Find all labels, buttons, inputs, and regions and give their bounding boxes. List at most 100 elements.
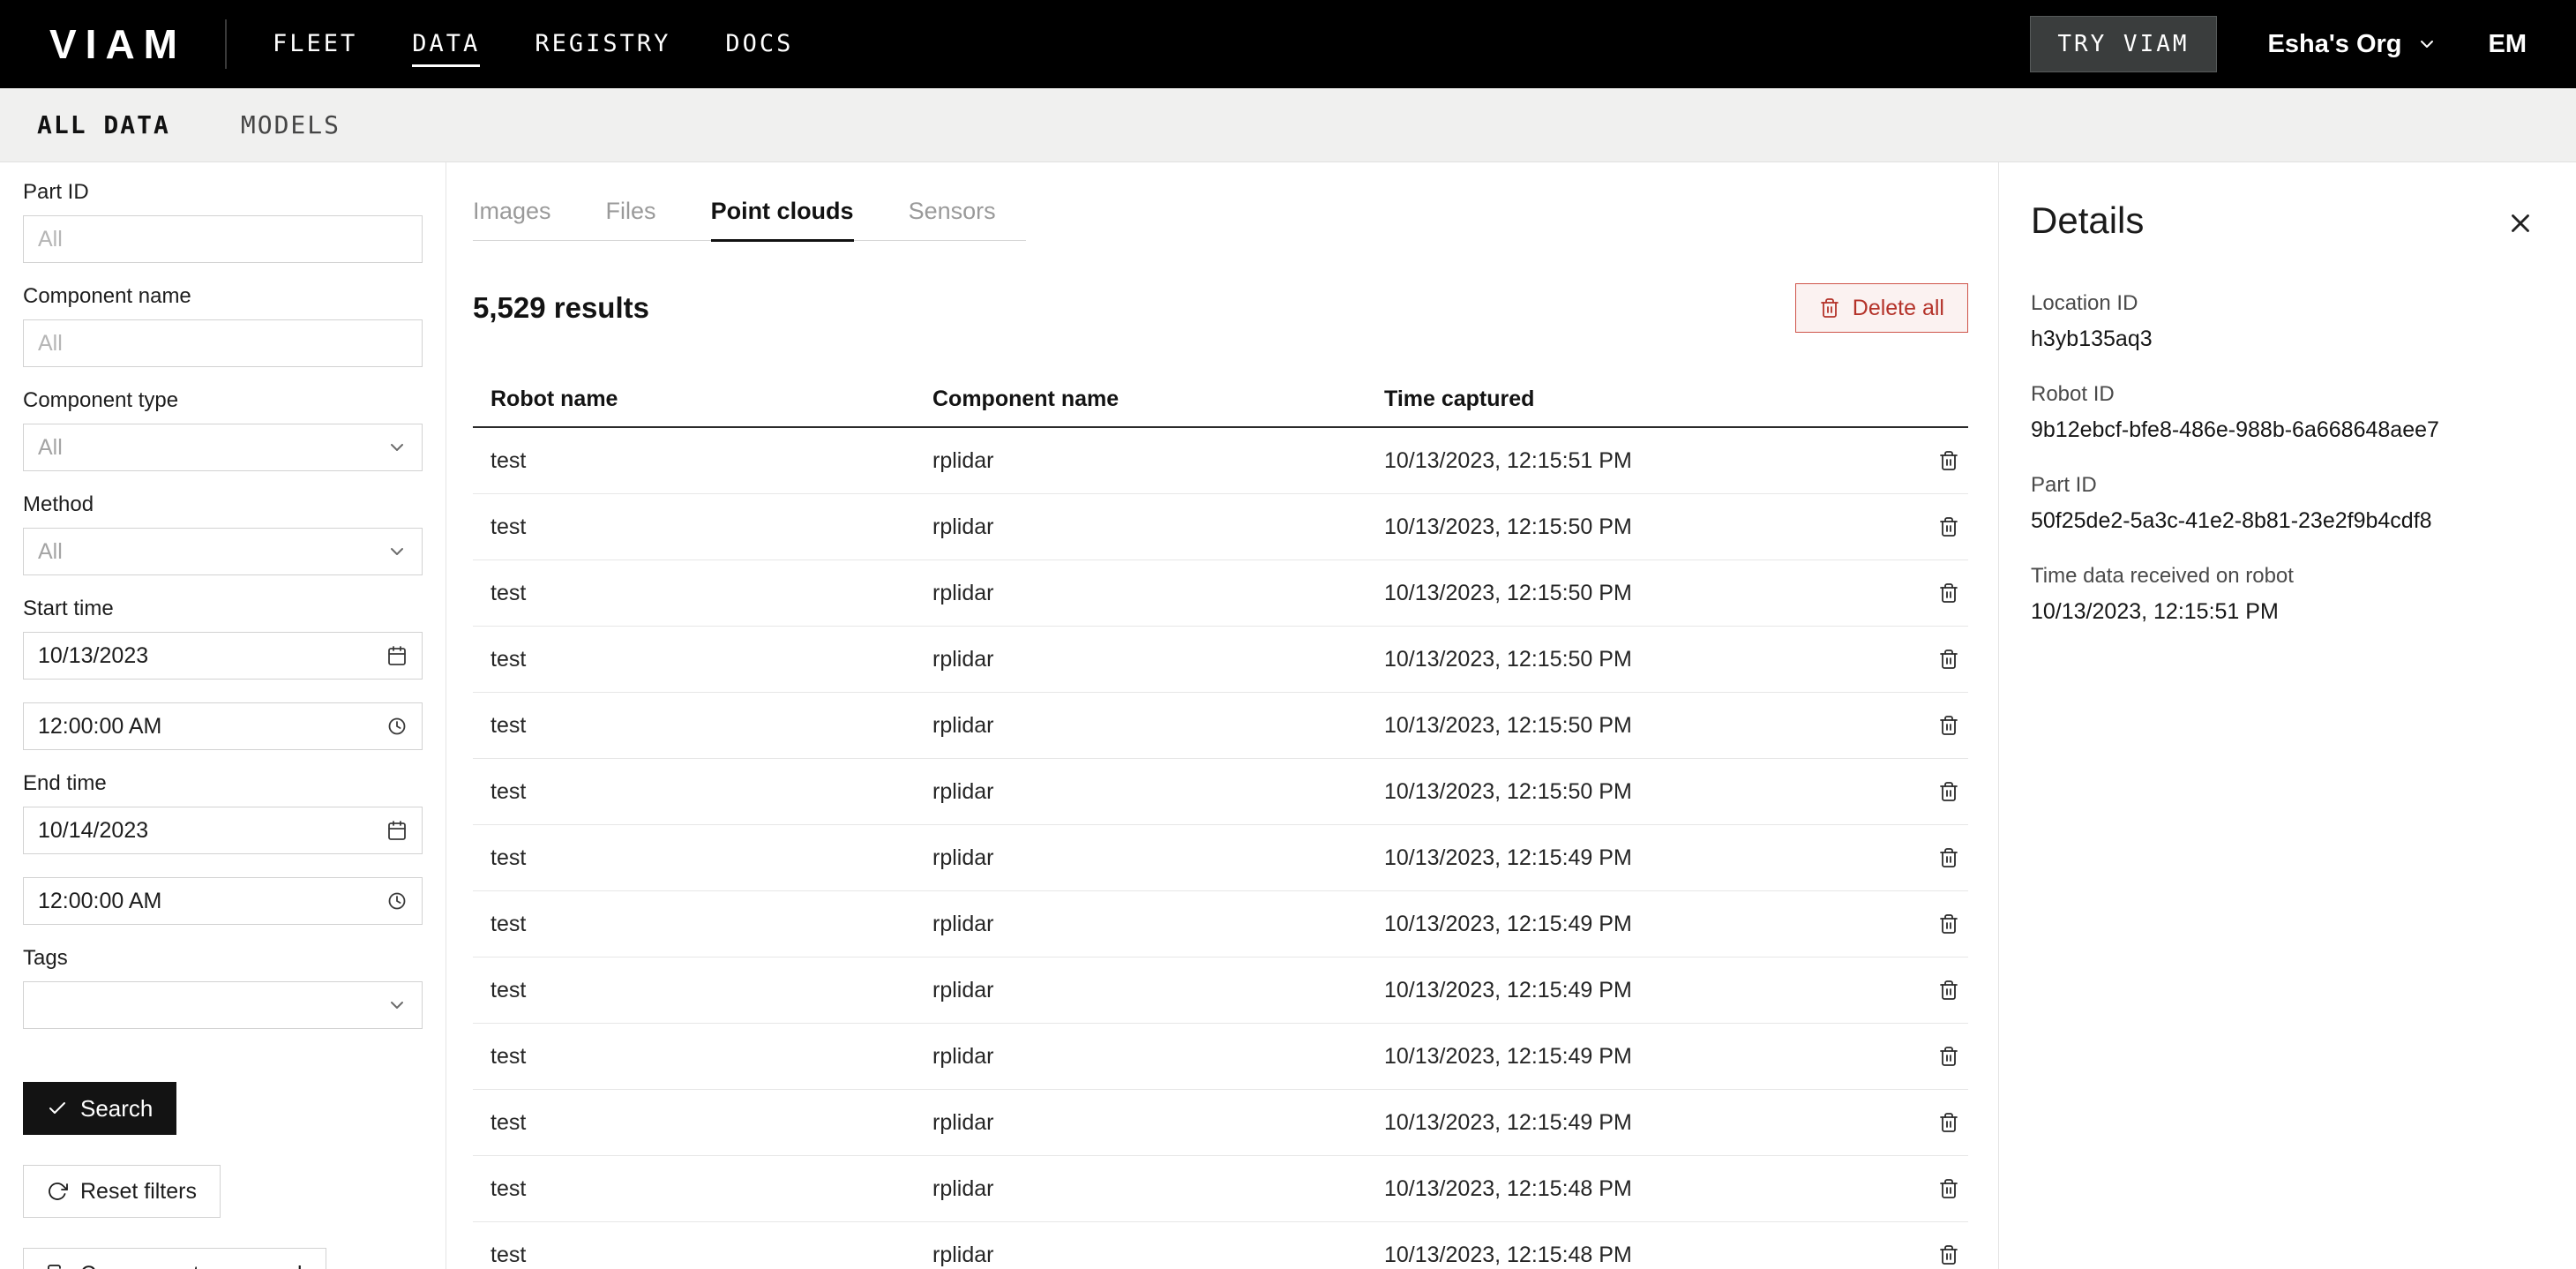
detail-field-part-id: Part ID 50f25de2-5a3c-41e2-8b81-23e2f9b4… <box>2031 473 2541 534</box>
cell-component-name: rplidar <box>932 912 1384 937</box>
component-type-label: Component type <box>23 388 423 413</box>
delete-all-label: Delete all <box>1853 296 1944 321</box>
column-robot-name: Robot name <box>490 387 932 412</box>
trash-icon <box>1938 1244 1959 1265</box>
table-row[interactable]: test rplidar 10/13/2023, 12:15:49 PM <box>473 891 1968 957</box>
nav-item-data[interactable]: DATA <box>412 21 480 67</box>
table-row[interactable]: test rplidar 10/13/2023, 12:15:49 PM <box>473 1090 1968 1156</box>
cell-robot-name: test <box>490 845 932 871</box>
org-name: Esha's Org <box>2268 30 2402 59</box>
row-delete-button[interactable] <box>1929 441 1968 480</box>
row-delete-button[interactable] <box>1929 706 1968 745</box>
try-viam-button[interactable]: TRY VIAM <box>2030 16 2216 72</box>
cell-robot-name: test <box>490 448 932 474</box>
row-delete-button[interactable] <box>1929 772 1968 811</box>
cell-time-captured: 10/13/2023, 12:15:49 PM <box>1384 1110 1889 1136</box>
tab-models[interactable]: MODELS <box>241 110 341 139</box>
table-row[interactable]: test rplidar 10/13/2023, 12:15:51 PM <box>473 428 1968 494</box>
cell-robot-name: test <box>490 713 932 739</box>
delete-all-button[interactable]: Delete all <box>1795 283 1968 333</box>
end-time-input[interactable]: 12:00:00 AM <box>23 877 423 925</box>
clock-icon <box>386 890 408 912</box>
row-delete-button[interactable] <box>1929 640 1968 679</box>
tags-label: Tags <box>23 946 423 971</box>
check-icon <box>47 1098 68 1119</box>
row-delete-button[interactable] <box>1929 838 1968 877</box>
tab-all-data[interactable]: ALL DATA <box>37 110 170 139</box>
tags-select[interactable] <box>23 981 423 1029</box>
cell-time-captured: 10/13/2023, 12:15:50 PM <box>1384 514 1889 540</box>
method-select[interactable]: All <box>23 528 423 575</box>
search-button-label: Search <box>80 1095 153 1123</box>
detail-field-location-id: Location ID h3yb135aq3 <box>2031 291 2541 352</box>
cell-time-captured: 10/13/2023, 12:15:50 PM <box>1384 713 1889 739</box>
nav-item-docs[interactable]: DOCS <box>725 21 793 67</box>
row-delete-button[interactable] <box>1929 1169 1968 1208</box>
start-date-input[interactable]: 10/13/2023 <box>23 632 423 680</box>
calendar-icon <box>386 645 408 666</box>
cell-component-name: rplidar <box>932 514 1384 540</box>
cell-robot-name: test <box>490 1110 932 1136</box>
table-row[interactable]: test rplidar 10/13/2023, 12:15:49 PM <box>473 1024 1968 1090</box>
table-row[interactable]: test rplidar 10/13/2023, 12:15:49 PM <box>473 825 1968 891</box>
copy-icon <box>47 1264 68 1269</box>
viam-logo[interactable]: VIAM <box>49 20 186 68</box>
table-row[interactable]: test rplidar 10/13/2023, 12:15:50 PM <box>473 494 1968 560</box>
row-delete-button[interactable] <box>1929 1103 1968 1142</box>
table-row[interactable]: test rplidar 10/13/2023, 12:15:50 PM <box>473 560 1968 627</box>
table-row[interactable]: test rplidar 10/13/2023, 12:15:48 PM <box>473 1156 1968 1222</box>
cell-robot-name: test <box>490 978 932 1003</box>
cell-component-name: rplidar <box>932 1243 1384 1268</box>
chevron-down-icon <box>386 437 408 458</box>
table-row[interactable]: test rplidar 10/13/2023, 12:15:48 PM <box>473 1222 1968 1269</box>
cell-time-captured: 10/13/2023, 12:15:50 PM <box>1384 581 1889 606</box>
table-row[interactable]: test rplidar 10/13/2023, 12:15:50 PM <box>473 693 1968 759</box>
results-table: Robot name Component name Time captured … <box>473 372 1968 1269</box>
column-time-captured: Time captured <box>1384 387 1889 412</box>
org-switcher[interactable]: Esha's Org <box>2268 30 2437 59</box>
component-name-input[interactable] <box>23 319 423 367</box>
search-button[interactable]: Search <box>23 1082 176 1135</box>
table-row[interactable]: test rplidar 10/13/2023, 12:15:49 PM <box>473 957 1968 1024</box>
row-delete-button[interactable] <box>1929 971 1968 1010</box>
row-delete-button[interactable] <box>1929 1235 1968 1269</box>
method-value: All <box>38 539 63 565</box>
trash-icon <box>1938 715 1959 736</box>
row-delete-button[interactable] <box>1929 507 1968 546</box>
cell-component-name: rplidar <box>932 779 1384 805</box>
detail-label: Time data received on robot <box>2031 564 2541 589</box>
part-id-input[interactable] <box>23 215 423 263</box>
trash-icon <box>1938 847 1959 868</box>
cell-component-name: rplidar <box>932 978 1384 1003</box>
tab-images[interactable]: Images <box>473 198 551 242</box>
copy-export-command-button[interactable]: Copy export command <box>23 1248 326 1269</box>
component-type-select[interactable]: All <box>23 424 423 471</box>
table-row[interactable]: test rplidar 10/13/2023, 12:15:50 PM <box>473 759 1968 825</box>
cell-time-captured: 10/13/2023, 12:15:48 PM <box>1384 1243 1889 1268</box>
avatar[interactable]: EM <box>2489 30 2527 59</box>
cell-time-captured: 10/13/2023, 12:15:51 PM <box>1384 448 1889 474</box>
tab-files[interactable]: Files <box>606 198 656 242</box>
chevron-down-icon <box>2416 34 2437 55</box>
start-time-label: Start time <box>23 597 423 621</box>
start-time-input[interactable]: 12:00:00 AM <box>23 702 423 750</box>
copy-export-command-label: Copy export command <box>80 1262 303 1269</box>
nav-item-fleet[interactable]: FLEET <box>273 21 357 67</box>
trash-icon <box>1938 1112 1959 1133</box>
end-date-input[interactable]: 10/14/2023 <box>23 807 423 854</box>
cell-time-captured: 10/13/2023, 12:15:49 PM <box>1384 845 1889 871</box>
row-delete-button[interactable] <box>1929 1037 1968 1076</box>
close-details-button[interactable] <box>2500 203 2541 244</box>
trash-icon <box>1938 649 1959 670</box>
nav-item-registry[interactable]: REGISTRY <box>535 21 670 67</box>
primary-nav: FLEET DATA REGISTRY DOCS <box>273 21 793 67</box>
row-delete-button[interactable] <box>1929 905 1968 943</box>
tab-sensors[interactable]: Sensors <box>909 198 996 242</box>
row-delete-button[interactable] <box>1929 574 1968 612</box>
reset-filters-button[interactable]: Reset filters <box>23 1165 221 1218</box>
cell-time-captured: 10/13/2023, 12:15:48 PM <box>1384 1176 1889 1202</box>
tab-point-clouds[interactable]: Point clouds <box>711 198 854 242</box>
detail-value: 50f25de2-5a3c-41e2-8b81-23e2f9b4cdf8 <box>2031 508 2541 534</box>
table-row[interactable]: test rplidar 10/13/2023, 12:15:50 PM <box>473 627 1968 693</box>
reset-filters-label: Reset filters <box>80 1179 197 1205</box>
